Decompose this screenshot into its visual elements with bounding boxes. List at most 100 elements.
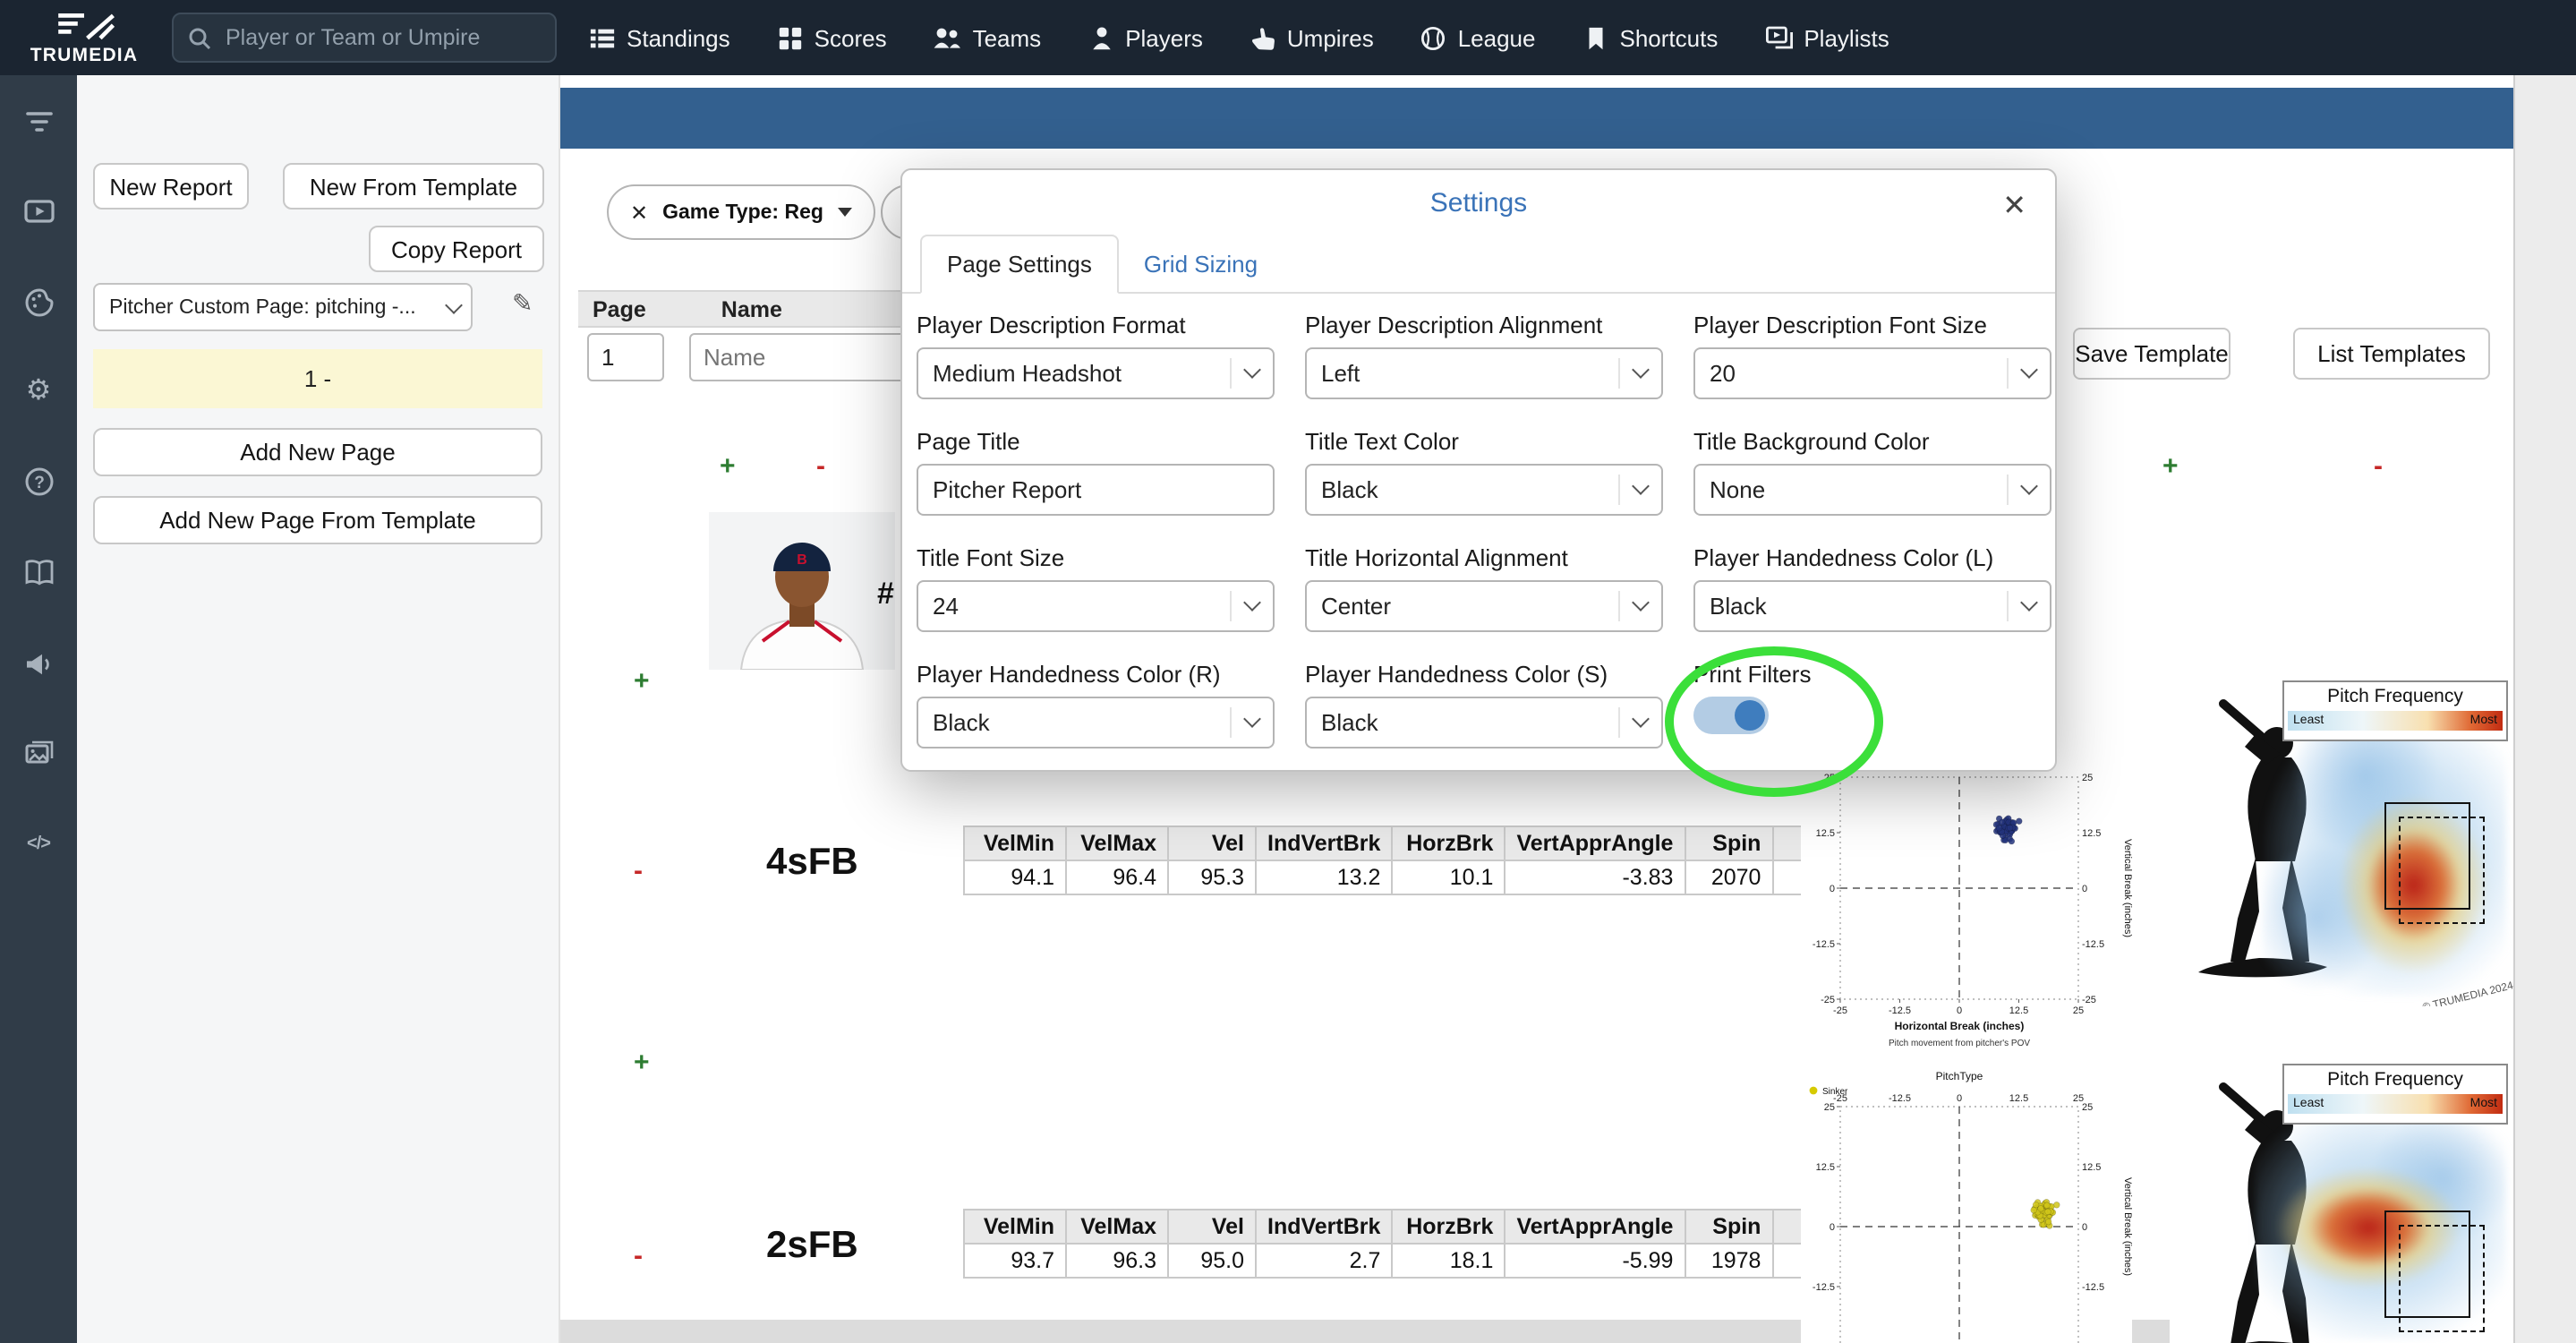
help-icon[interactable]: ? [0,464,77,500]
pitch-movement-plot-sinker: 25252512.512.512.5000-12.5-12.5-12.5-25-… [1801,1064,2133,1343]
svg-text:-25: -25 [1821,995,1835,1005]
val-horzbrk: 10.1 [1391,860,1506,895]
svg-text:12.5: 12.5 [2082,1162,2101,1173]
nav-scores[interactable]: Scores [777,24,887,51]
page-list-item-1[interactable]: 1 - [93,349,542,408]
custom-page-dropdown[interactable]: Pitcher Custom Page: pitching -... [93,283,473,331]
chevron-down-icon [1618,357,1650,389]
player-handedness-color-s-select[interactable]: Black [1305,697,1663,748]
field-label: Print Filters [1693,661,1812,688]
heatmap-title: Pitch Frequency [2327,686,2463,707]
settings-gear-icon[interactable]: ⚙ [0,374,77,410]
new-report-button[interactable]: New Report [93,163,249,210]
svg-text:-12.5: -12.5 [2082,1282,2104,1293]
chevron-down-icon [2007,357,2038,389]
player-handedness-color-r-select[interactable]: Black [917,697,1275,748]
nav-teams[interactable]: Teams [934,23,1041,52]
player-headshot: B [709,512,895,670]
val-indvertbrk: 13.2 [1254,860,1394,895]
svg-text:0: 0 [1957,1093,1962,1104]
strike-zone-shadow-outline [2399,1225,2485,1332]
settings-modal: Settings ✕ Page Settings Grid Sizing Pla… [900,168,2057,797]
list-templates-button[interactable]: List Templates [2293,328,2490,380]
nav-shortcuts[interactable]: Shortcuts [1582,24,1718,51]
add-column-button[interactable]: + [2162,451,2179,482]
page-number-input[interactable] [587,333,664,381]
col-indvertbrk: IndVertBrk [1254,825,1394,861]
nav-league[interactable]: League [1420,24,1536,51]
chevron-down-icon [2007,474,2038,506]
remove-filter-icon[interactable]: ✕ [630,200,648,225]
player-description-format-select[interactable]: Medium Headshot [917,347,1275,399]
svg-text:-12.5: -12.5 [2082,939,2104,950]
umpires-icon [1251,27,1275,49]
video-icon[interactable] [0,193,77,229]
nav-standings[interactable]: Standings [589,24,730,51]
field-player-description-font-size: Player Description Font Size 20 [1693,312,2051,399]
heatmap-gradient-bar: Least Most [2288,711,2503,731]
tab-page-settings[interactable]: Page Settings [920,235,1119,294]
svg-text:B: B [797,552,807,568]
nav-label: Playlists [1804,24,1889,51]
filter-icon[interactable] [0,104,77,140]
title-font-size-select[interactable]: 24 [917,580,1275,632]
select-value: 20 [1710,360,1736,387]
glossary-book-icon[interactable] [0,555,77,591]
add-row-button[interactable]: + [634,666,650,697]
select-value: Left [1321,360,1361,387]
val-velmin: 93.7 [963,1243,1067,1279]
teams-icon [934,28,961,48]
player-handedness-color-l-select[interactable]: Black [1693,580,2051,632]
remove-column-button[interactable]: - [2374,451,2383,482]
new-from-template-button[interactable]: New From Template [283,163,544,210]
field-label: Page Title [917,428,1020,455]
title-text-color-select[interactable]: Black [1305,464,1663,516]
save-template-button[interactable]: Save Template [2073,328,2231,380]
nav-umpires[interactable]: Umpires [1250,24,1374,51]
add-new-page-from-template-button[interactable]: Add New Page From Template [93,496,542,544]
svg-text:Horizontal Break (inches): Horizontal Break (inches) [1895,1020,2025,1032]
nav-playlists[interactable]: Playlists [1764,23,1889,52]
field-label: Title Text Color [1305,428,1459,455]
nav-label: Scores [814,24,887,51]
heatmap-legend-box: Pitch Frequency Least Most [2282,1064,2508,1125]
heatmap-title: Pitch Frequency [2327,1069,2463,1091]
players-icon [1092,26,1110,49]
remove-column-button[interactable]: - [816,451,825,482]
val-spin: 1978 [1684,1243,1774,1279]
top-navbar: TRUMEDIA Standings Scores Teams [0,0,2576,75]
search-input[interactable] [222,23,516,52]
media-images-icon[interactable] [0,736,77,772]
scores-icon [779,26,801,49]
add-column-button[interactable]: + [720,451,736,482]
edit-page-pencil-icon[interactable]: ✎ [512,288,533,319]
svg-text:-12.5: -12.5 [1889,1093,1911,1104]
page-title-input[interactable] [917,464,1275,516]
add-new-page-button[interactable]: Add New Page [93,428,542,476]
print-filters-toggle[interactable] [1693,697,1769,734]
nav-players[interactable]: Players [1088,24,1203,51]
copy-report-button[interactable]: Copy Report [369,226,544,272]
val-velmax: 96.3 [1065,1243,1169,1279]
trumedia-logo[interactable]: TRUMEDIA [11,10,158,65]
title-horizontal-alignment-select[interactable]: Center [1305,580,1663,632]
player-description-font-size-select[interactable]: 20 [1693,347,2051,399]
title-background-color-select[interactable]: None [1693,464,2051,516]
announcements-megaphone-icon[interactable] [0,646,77,682]
add-row-button[interactable]: + [634,1048,650,1078]
visuals-palette-icon[interactable] [0,285,77,321]
tab-grid-sizing[interactable]: Grid Sizing [1119,236,1283,292]
game-type-filter-chip[interactable]: ✕ Game Type: Reg [607,184,875,240]
remove-row-button[interactable]: - [634,856,643,886]
player-description-alignment-select[interactable]: Left [1305,347,1663,399]
nav-label: League [1457,24,1536,51]
remove-row-button[interactable]: - [634,1241,643,1271]
embed-code-icon[interactable]: </> [0,825,77,861]
close-icon[interactable]: ✕ [2002,188,2026,224]
field-print-filters: Print Filters [1665,646,2051,797]
select-value: Black [1321,476,1378,503]
val-vel: 95.0 [1167,1243,1257,1279]
field-title-horizontal-alignment: Title Horizontal Alignment Center [1305,544,1663,632]
global-search[interactable] [172,13,557,63]
heatmap-legend-box: Pitch Frequency Least Most [2282,680,2508,741]
